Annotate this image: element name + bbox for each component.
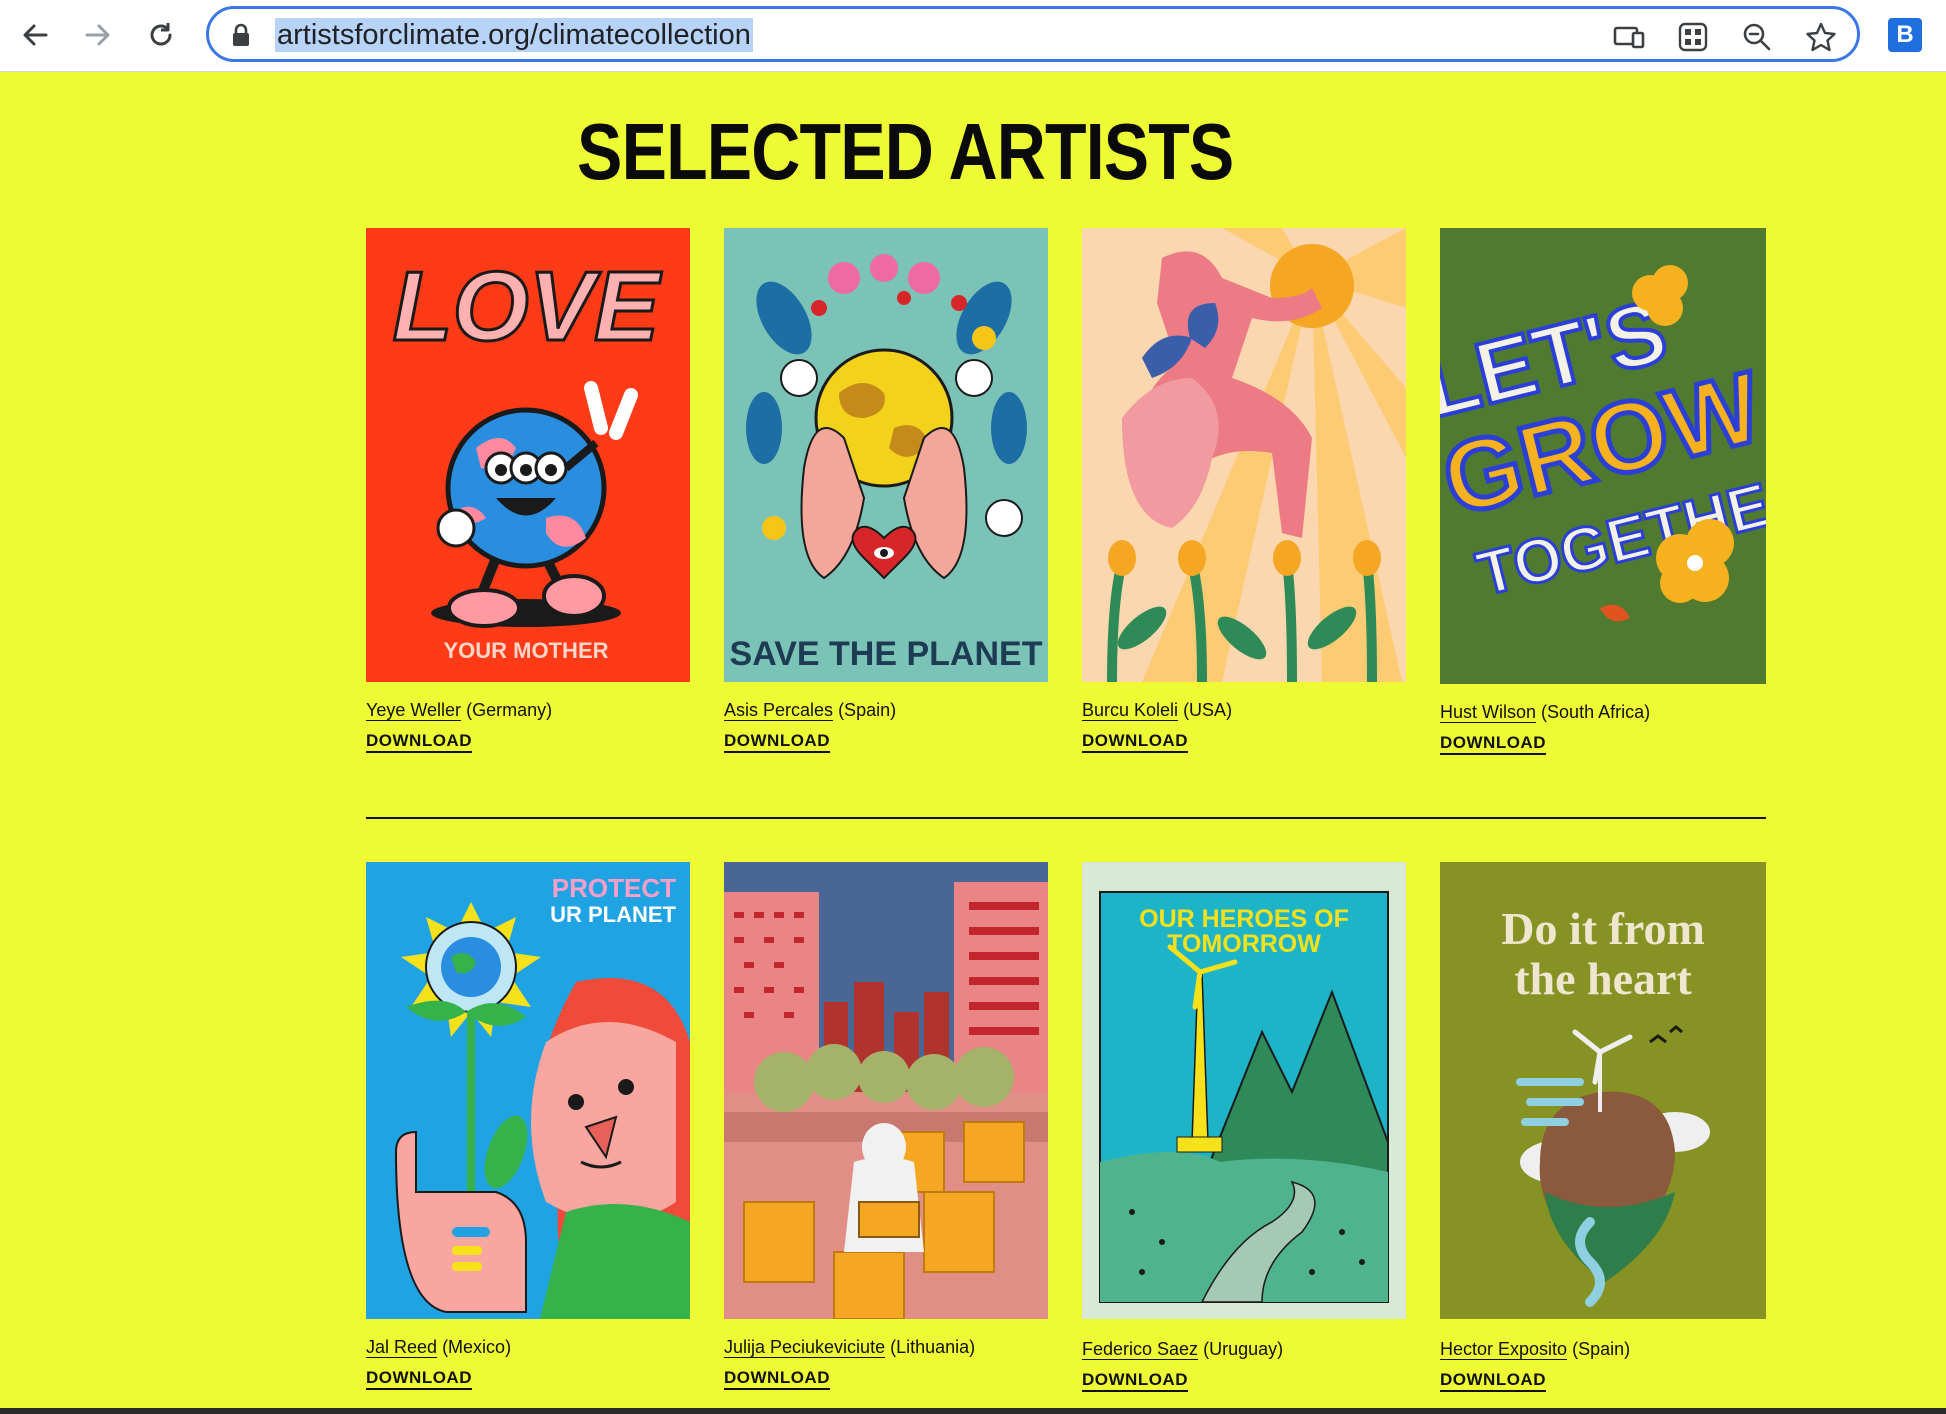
artist-country: (Spain): [1572, 1339, 1631, 1359]
download-link[interactable]: DOWNLOAD: [724, 1368, 830, 1390]
artist-caption: Yeye Weller (Germany): [366, 700, 552, 721]
artist-caption: Jal Reed (Mexico): [366, 1337, 511, 1358]
poster-image[interactable]: PROTECT UR PLANET: [366, 862, 690, 1319]
artist-caption: Federico Saez (Uruguay): [1082, 1339, 1283, 1360]
address-bar[interactable]: artistsforclimate.org/climatecollection: [206, 6, 1860, 62]
download-link[interactable]: DOWNLOAD: [1082, 731, 1188, 753]
poster-subtitle: the heart: [1514, 953, 1692, 1004]
window-bottom-edge: [0, 1408, 1946, 1414]
artist-country: (Uruguay): [1203, 1339, 1284, 1359]
download-link[interactable]: DOWNLOAD: [366, 731, 472, 753]
artist-name-link[interactable]: Asis Percales: [724, 700, 834, 721]
back-icon[interactable]: [12, 12, 58, 58]
download-link[interactable]: DOWNLOAD: [1440, 733, 1546, 755]
artist-name-link[interactable]: Julija Peciukeviciute: [724, 1337, 886, 1358]
browser-toolbar: artistsforclimate.org/climatecollection …: [0, 0, 1946, 72]
artist-name-link[interactable]: Yeye Weller: [366, 700, 462, 721]
poster-image[interactable]: SAVE THE PLANET: [724, 228, 1048, 682]
lock-icon[interactable]: [231, 23, 251, 52]
poster-image[interactable]: [1082, 228, 1406, 682]
poster-subtitle: UR PLANET: [550, 902, 676, 927]
page-title: SELECTED ARTISTS: [577, 107, 1234, 196]
artist-country: (USA): [1183, 700, 1233, 720]
download-link[interactable]: DOWNLOAD: [366, 1368, 472, 1390]
poster-title: SAVE THE PLANET: [730, 635, 1043, 673]
section-divider: [366, 817, 1766, 819]
artist-caption: Hust Wilson (South Africa): [1440, 702, 1650, 723]
reload-icon[interactable]: [138, 12, 184, 58]
download-link[interactable]: DOWNLOAD: [1440, 1370, 1546, 1392]
poster-subtitle: TOMORROW: [1167, 930, 1321, 958]
zoom-icon[interactable]: [1739, 19, 1775, 55]
forward-icon[interactable]: [75, 12, 121, 58]
artist-name-link[interactable]: Burcu Koleli: [1082, 700, 1179, 721]
poster-title: LOVE: [393, 251, 662, 361]
poster-subtitle: YOUR MOTHER: [444, 638, 609, 663]
artist-caption: Burcu Koleli (USA): [1082, 700, 1232, 721]
artist-caption: Hector Exposito (Spain): [1440, 1339, 1630, 1360]
artist-country: (Spain): [838, 700, 897, 720]
artist-name-link[interactable]: Federico Saez: [1082, 1339, 1199, 1360]
cast-icon[interactable]: [1611, 19, 1647, 55]
artist-caption: Asis Percales (Spain): [724, 700, 896, 721]
apps-icon[interactable]: [1675, 19, 1711, 55]
artist-caption: Julija Peciukeviciute (Lithuania): [724, 1337, 975, 1358]
artist-name-link[interactable]: Hector Exposito: [1440, 1339, 1568, 1360]
artist-country: (Lithuania): [890, 1337, 976, 1357]
artist-country: (Germany): [466, 700, 553, 720]
poster-title: OUR HEROES OF: [1139, 905, 1349, 933]
bookmark-star-icon[interactable]: [1803, 19, 1839, 55]
artist-country: (Mexico): [442, 1337, 512, 1357]
poster-image[interactable]: [724, 862, 1048, 1319]
poster-image[interactable]: LET'S GROW TOGETHER: [1440, 228, 1766, 684]
poster-title: PROTECT: [552, 873, 676, 903]
poster-title: Do it from: [1501, 903, 1705, 954]
poster-image[interactable]: LOVE YOUR MOTHER: [366, 228, 690, 682]
download-link[interactable]: DOWNLOAD: [1082, 1370, 1188, 1392]
artist-country: (South Africa): [1541, 702, 1651, 722]
poster-image[interactable]: OUR HEROES OF TOMORROW: [1082, 862, 1406, 1319]
artist-name-link[interactable]: Jal Reed: [366, 1337, 438, 1358]
url-text[interactable]: artistsforclimate.org/climatecollection: [275, 18, 753, 52]
extension-icon[interactable]: B: [1888, 18, 1922, 52]
poster-image[interactable]: Do it from the heart: [1440, 862, 1766, 1319]
download-link[interactable]: DOWNLOAD: [724, 731, 830, 753]
artist-name-link[interactable]: Hust Wilson: [1440, 702, 1537, 723]
